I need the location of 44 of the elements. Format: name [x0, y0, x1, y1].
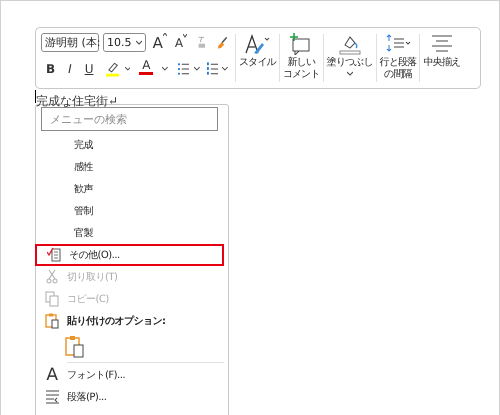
- paste-options-heading: 貼り付けのオプション:: [37, 310, 222, 332]
- paragraph-icon: [44, 389, 60, 405]
- document-text: 完成な住宅街↵: [36, 94, 118, 108]
- suggestion-item[interactable]: 完成: [37, 134, 222, 156]
- caret-icon: [222, 66, 228, 71]
- fill-button[interactable]: 塗りつぶし: [324, 28, 376, 88]
- bold-button[interactable]: B: [41, 59, 62, 78]
- paste-option-icon[interactable]: [65, 335, 84, 358]
- clipboard-icon: [44, 313, 60, 329]
- more-menu-item[interactable]: その他(O)...: [35, 244, 224, 266]
- text-style-icon: [244, 33, 270, 55]
- caret-icon: [136, 40, 142, 45]
- suggestion-item[interactable]: 管制: [37, 200, 222, 222]
- underline-button[interactable]: U: [78, 59, 100, 78]
- suggestion-item[interactable]: 官製: [37, 222, 222, 244]
- font-menu-item[interactable]: A フォント(F)...: [37, 364, 222, 386]
- font-name-dropdown[interactable]: 游明朝 (本:: [41, 33, 99, 52]
- italic-button[interactable]: I: [62, 59, 78, 78]
- suggestion-item[interactable]: 感性: [37, 156, 222, 178]
- caret-icon: [124, 66, 130, 71]
- style-button[interactable]: スタイル: [236, 28, 279, 88]
- shrink-font-button[interactable]: A: [172, 33, 190, 52]
- bullet-list-icon: [178, 62, 190, 76]
- scissors-icon: [44, 269, 60, 285]
- down-caret-icon: [183, 33, 188, 38]
- paragraph-menu-item[interactable]: 段落(P)...: [37, 386, 222, 408]
- up-caret-icon: [162, 33, 167, 37]
- caret-icon: [162, 66, 168, 71]
- document-check-icon: [46, 247, 62, 263]
- caret-icon: [194, 66, 200, 71]
- spacing-button[interactable]: 行と段落 の間隔: [376, 28, 420, 88]
- numbered-list-icon: [207, 62, 218, 76]
- menu-search-field[interactable]: メニューの検索: [41, 107, 218, 131]
- clear-format-icon: [197, 35, 207, 50]
- copy-icon: [44, 291, 60, 307]
- comment-button[interactable]: 新しい コメント: [280, 28, 323, 88]
- brush-icon: [216, 34, 228, 50]
- grow-font-button[interactable]: A: [150, 33, 170, 52]
- center-button[interactable]: 中央揃え: [420, 28, 464, 88]
- suggestion-item[interactable]: 歓声: [37, 178, 222, 200]
- font-icon: A: [46, 366, 58, 384]
- font-color-button[interactable]: A: [136, 59, 156, 78]
- highlighter-icon: [106, 60, 119, 76]
- font-size-dropdown[interactable]: 10.5: [103, 33, 146, 52]
